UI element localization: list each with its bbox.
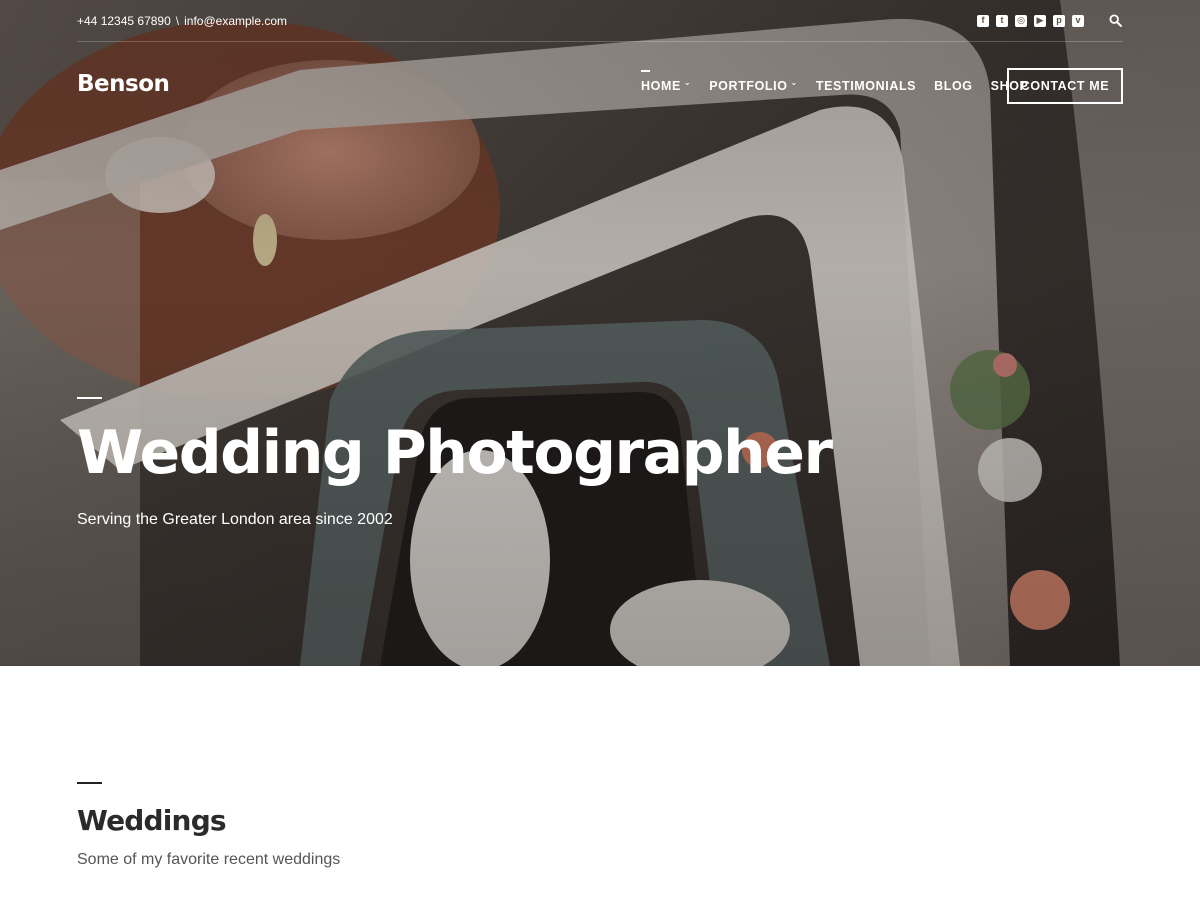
email-link[interactable]: info@example.com [184, 14, 287, 28]
nav-item-label: TESTIMONIALS [815, 79, 917, 93]
social-links: f t ◎ ▶ p v [977, 13, 1123, 29]
instagram-icon[interactable]: ◎ [1015, 14, 1027, 27]
hero-divider [77, 397, 102, 399]
nav-item-home[interactable]: HOME ⌄ [641, 70, 692, 93]
nav-item-portfolio[interactable]: PORTFOLIO ⌄ [709, 77, 798, 94]
site-logo[interactable]: Benson [77, 71, 170, 97]
phone-number[interactable]: +44 12345 67890 [77, 14, 171, 28]
main-nav: HOME ⌄ PORTFOLIO ⌄ TESTIMONIALS BLOG SHO… [641, 70, 1046, 95]
nav-item-label: PORTFOLIO [709, 79, 788, 93]
hero-subtitle: Serving the Greater London area since 20… [77, 511, 393, 528]
twitter-icon[interactable]: t [996, 14, 1008, 27]
hero-title: Wedding Photographer [77, 418, 833, 488]
vimeo-icon[interactable]: v [1072, 14, 1084, 27]
section-subtitle: Some of my favorite recent weddings [77, 851, 341, 868]
chevron-down-icon: ⌄ [683, 77, 692, 87]
youtube-icon[interactable]: ▶ [1034, 14, 1046, 27]
section-title: Weddings [77, 804, 227, 837]
nav-item-blog[interactable]: BLOG [934, 79, 973, 93]
top-bar: +44 12345 67890 \ info@example.com f t ◎… [77, 0, 1123, 42]
nav-item-label: BLOG [934, 79, 973, 93]
search-icon[interactable] [1107, 13, 1123, 29]
contact-separator: \ [175, 13, 180, 28]
nav-item-testimonials[interactable]: TESTIMONIALS [816, 79, 916, 93]
chevron-down-icon: ⌄ [790, 77, 798, 87]
contact-info: +44 12345 67890 \ info@example.com [77, 14, 287, 28]
facebook-icon[interactable]: f [977, 14, 989, 27]
contact-me-button[interactable]: CONTACT ME [1007, 68, 1123, 104]
section-divider [77, 782, 102, 784]
pinterest-icon[interactable]: p [1053, 14, 1065, 27]
nav-item-label: HOME [641, 79, 681, 93]
